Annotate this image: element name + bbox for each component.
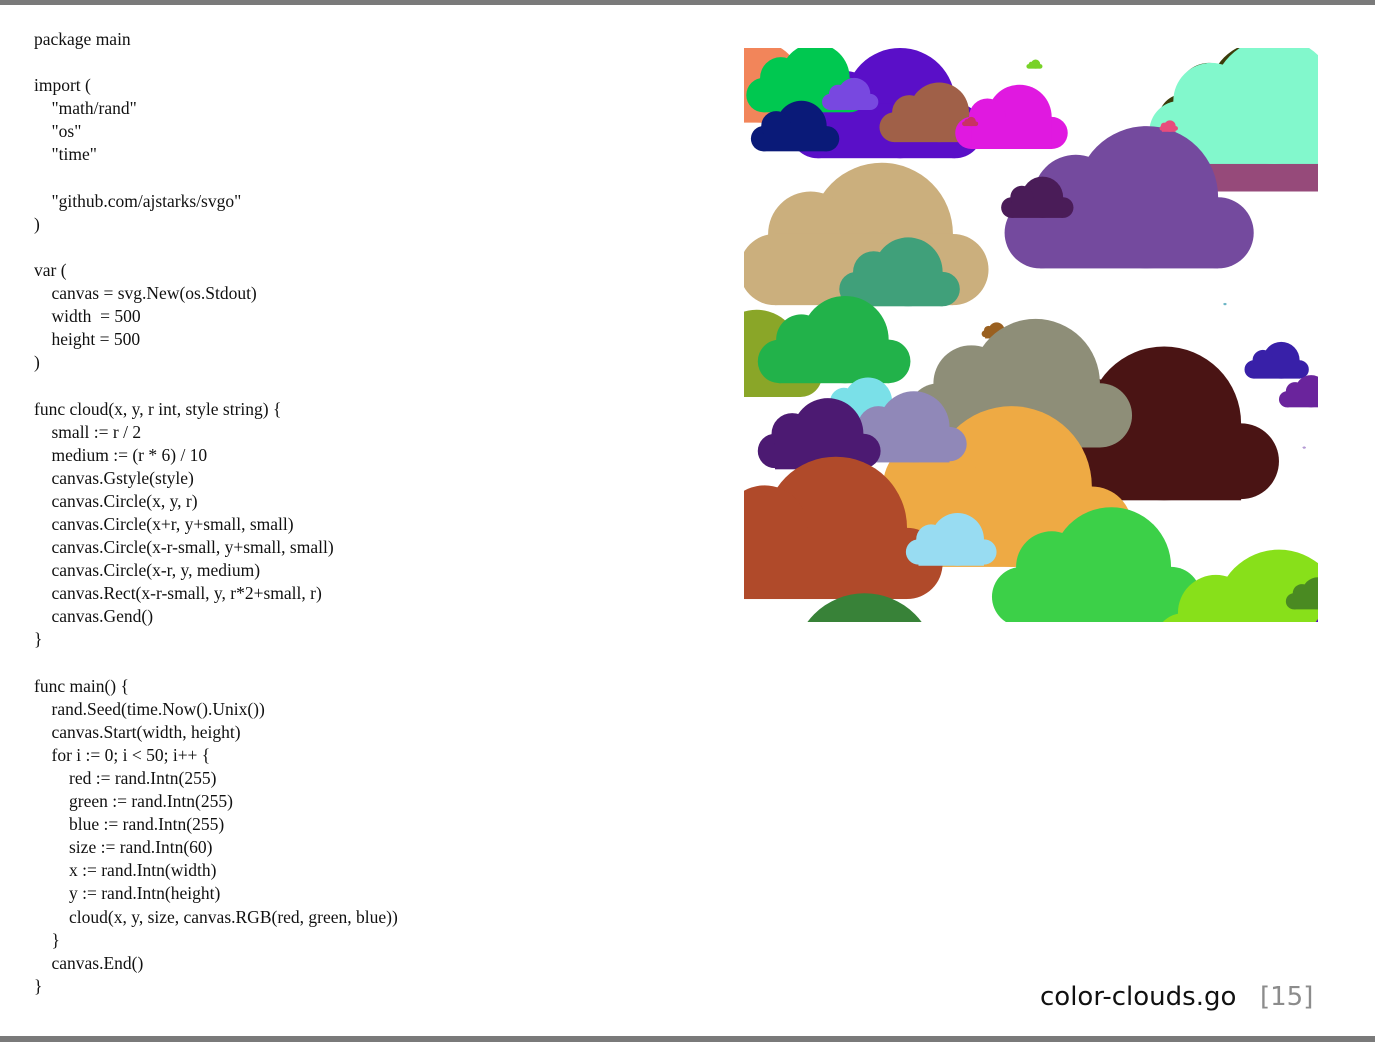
cloud-base (918, 539, 984, 566)
clouds-svg (744, 48, 1318, 622)
cloud-base (744, 527, 908, 600)
cloud-base (1028, 64, 1041, 69)
cloud-base (964, 121, 976, 127)
slide-title: color-clouds.go (1040, 982, 1237, 1012)
cloud-base (779, 339, 889, 384)
cloud-base (763, 126, 827, 152)
slide-number: [15] (1260, 982, 1314, 1012)
code-listing: package main import ( "math/rand" "os" "… (34, 29, 398, 996)
cloud-base (1011, 197, 1064, 218)
bottom-border (0, 1036, 1375, 1042)
cloud-base (830, 93, 871, 110)
cloud-base (1021, 566, 1172, 622)
cloud-base (1293, 593, 1318, 610)
cloud-base (1287, 391, 1318, 408)
cloud-base (1303, 447, 1306, 449)
cloud-base (1161, 126, 1176, 132)
cloud-base (1253, 360, 1300, 379)
cloud-base (1184, 612, 1318, 622)
cloud-base (971, 116, 1052, 150)
cloud-base (856, 271, 943, 307)
cloud-base (1223, 304, 1227, 306)
clouds-canvas (744, 48, 1318, 622)
top-border (0, 0, 1375, 5)
